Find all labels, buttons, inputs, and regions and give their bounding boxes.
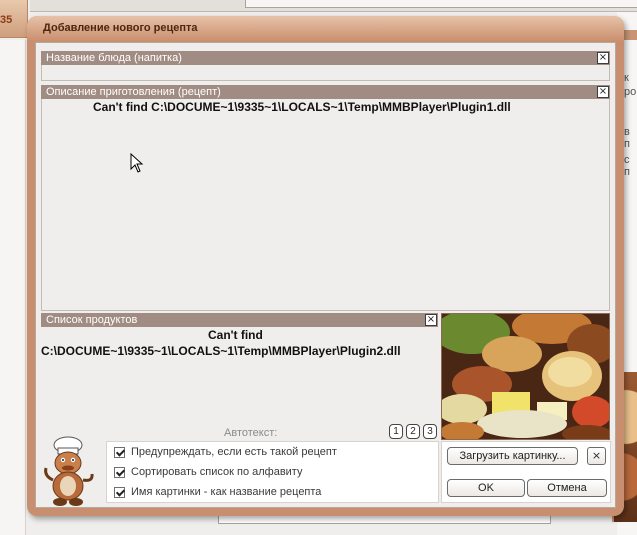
background-text-fragment: с п [624, 154, 630, 178]
ok-button[interactable]: OK [447, 479, 525, 497]
option-label: Имя картинки - как название рецепта [131, 486, 322, 498]
products-header: Список продуктов × [41, 313, 438, 327]
dialog-title[interactable]: Добавление нового рецепта [27, 16, 624, 42]
close-icon[interactable]: × [597, 52, 609, 64]
clear-image-button[interactable]: × [587, 447, 606, 465]
autotext-label: Автотекст: [224, 427, 278, 439]
description-area[interactable]: Can't find C:\DOCUME~1\9335~1\LOCALS~1\T… [41, 99, 610, 311]
food-picture-art [442, 314, 609, 439]
checkbox-checked[interactable] [114, 467, 125, 478]
background-tab[interactable]: 35 [0, 0, 28, 38]
dialog-body: Название блюда (напитка) × Описание приг… [35, 42, 616, 508]
plugin2-error-line1: Can't find [208, 328, 263, 342]
checkbox-checked[interactable] [114, 487, 125, 498]
option-label: Сортировать список по алфавиту [131, 466, 303, 478]
autotext-button-1[interactable]: 1 [389, 424, 403, 439]
plugin1-error-text: Can't find C:\DOCUME~1\9335~1\LOCALS~1\T… [93, 100, 511, 114]
dish-name-label: Название блюда (напитка) [46, 52, 182, 64]
autotext-button-2[interactable]: 2 [406, 424, 420, 439]
background-text-fragment: к [624, 72, 629, 84]
food-picture [441, 313, 610, 440]
background-left-panel [0, 40, 26, 535]
close-icon[interactable]: × [597, 86, 609, 98]
mouse-cursor-icon [130, 153, 144, 173]
background-tab-number: 35 [0, 14, 13, 26]
dish-name-header: Название блюда (напитка) × [41, 51, 610, 65]
option-label: Предупреждать, если есть такой рецепт [131, 446, 337, 458]
autotext-button-3[interactable]: 3 [423, 424, 437, 439]
close-icon[interactable]: × [425, 314, 437, 326]
cancel-button[interactable]: Отмена [527, 479, 607, 497]
dish-name-input[interactable] [41, 65, 610, 81]
description-label: Описание приготовления (рецепт) [46, 86, 221, 98]
load-image-button[interactable]: Загрузить картинку... [447, 447, 578, 465]
background-toolbar [30, 0, 637, 12]
chef-mascot-icon [44, 436, 94, 506]
products-label: Список продуктов [46, 314, 138, 326]
products-area[interactable]: Can't find C:\DOCUME~1\9335~1\LOCALS~1\T… [41, 327, 438, 437]
add-recipe-dialog: Добавление нового рецепта Название блюда… [27, 16, 624, 516]
background-text-fragment: в п [624, 126, 630, 150]
description-header: Описание приготовления (рецепт) × [41, 85, 610, 99]
checkbox-checked[interactable] [114, 447, 125, 458]
plugin2-error-line2: C:\DOCUME~1\9335~1\LOCALS~1\Temp\MMBPlay… [41, 344, 401, 358]
background-field [245, 0, 637, 8]
background-text-fragment: ро [624, 86, 637, 98]
